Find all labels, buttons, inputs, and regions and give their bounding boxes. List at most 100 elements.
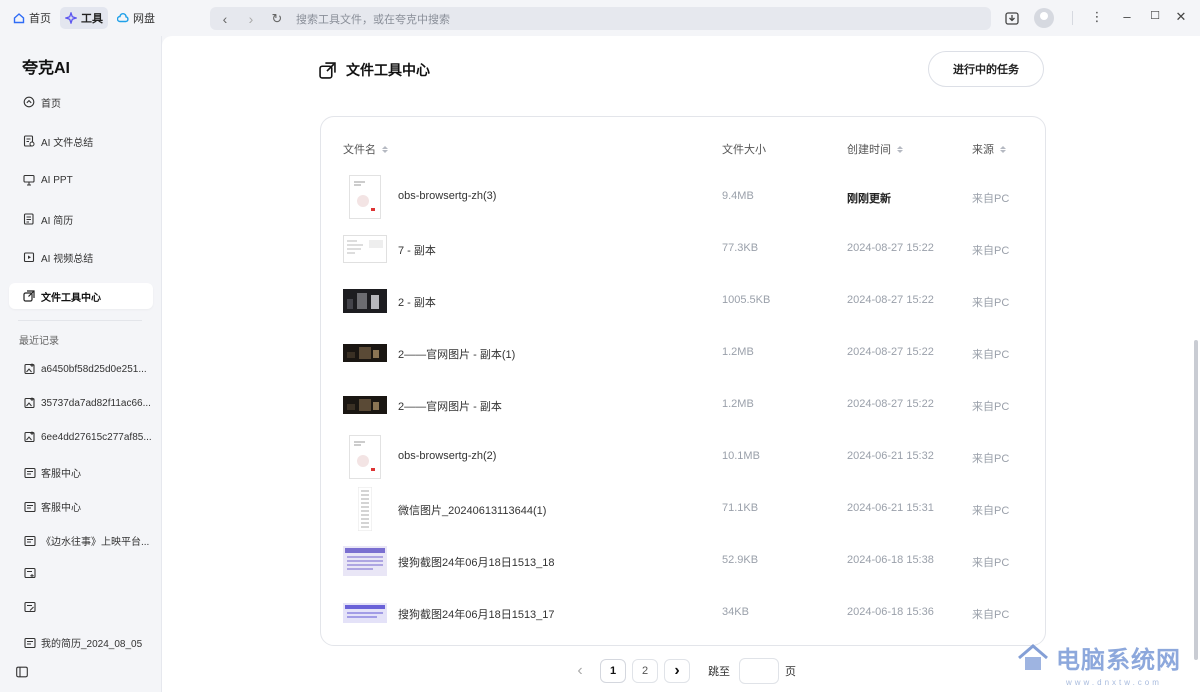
recent-item[interactable]: 6ee4dd27615c277af85... — [24, 431, 152, 443]
table-row[interactable]: obs-browsertg-zh(2) 10.1MB 2024-06-21 15… — [321, 431, 1045, 483]
scrollbar[interactable] — [1194, 340, 1198, 660]
recent-item[interactable] — [24, 601, 152, 613]
search-input[interactable]: 搜索工具文件，或在夸克中搜索 — [296, 11, 450, 27]
sidebar-item-ai-video-summary[interactable]: AI 视频总结 — [9, 244, 153, 270]
file-name: 搜狗截图24年06月18日1513_17 — [398, 609, 555, 621]
file-name: 搜狗截图24年06月18日1513_18 — [398, 557, 555, 569]
recent-item-label: 6ee4dd27615c277af85... — [41, 431, 152, 443]
table-row[interactable]: obs-browsertg-zh(3) 9.4MB 刚刚更新 来自PC — [321, 171, 1045, 223]
sidebar-item-file-tools[interactable]: 文件工具中心 — [9, 283, 153, 309]
page-jump-input[interactable] — [739, 658, 779, 684]
recent-item[interactable]: 客服中心 — [24, 465, 152, 480]
jump-label: 跳至 — [708, 666, 730, 678]
doc-icon — [24, 637, 36, 648]
file-name: 2 - 副本 — [398, 297, 436, 309]
tasks-in-progress-button[interactable]: 进行中的任务 — [928, 51, 1044, 87]
video-summary-icon — [23, 252, 35, 263]
file-source: 来自PC — [972, 505, 1010, 517]
image-icon — [24, 397, 35, 409]
table-row[interactable]: 搜狗截图24年06月18日1513_18 52.9KB 2024-06-18 1… — [321, 535, 1045, 587]
download-icon[interactable] — [1004, 10, 1020, 26]
sidebar-item-ai-file-summary[interactable]: AI 文件总结 — [9, 128, 153, 154]
file-thumbnail — [343, 435, 387, 479]
doc-summary-icon — [23, 135, 35, 147]
file-size: 9.4MB — [722, 190, 754, 202]
sidebar-item-label: AI 文件总结 — [41, 137, 94, 149]
table-row[interactable]: 7 - 副本 77.3KB 2024-08-27 15:22 来自PC — [321, 223, 1045, 275]
recent-item[interactable]: 35737da7ad82f11ac66... — [24, 397, 152, 409]
tab-tools[interactable]: 工具 — [60, 7, 108, 29]
column-header-time[interactable]: 创建时间 — [847, 141, 903, 157]
recent-item-label: 《边水往事》上映平台... — [41, 537, 150, 548]
recent-item[interactable]: a6450bf58d25d0e251... — [24, 363, 152, 375]
file-time: 刚刚更新 — [847, 193, 891, 205]
forward-icon[interactable]: › — [238, 11, 264, 27]
doc-edit-icon — [24, 601, 36, 613]
sort-icon[interactable] — [382, 145, 388, 153]
address-bar[interactable]: ‹ › ↻ 搜索工具文件，或在夸克中搜索 — [210, 7, 991, 30]
file-list-card: 文件名 文件大小 创建时间 来源 obs-browsertg-zh(3) 9.4… — [320, 116, 1046, 646]
image-icon — [24, 363, 35, 375]
prev-page-icon[interactable]: ‹ — [570, 659, 590, 683]
sort-icon[interactable] — [1000, 145, 1006, 153]
sidebar-collapse-icon[interactable] — [16, 666, 28, 678]
column-header-name[interactable]: 文件名 — [343, 141, 388, 157]
tab-cloud[interactable]: 网盘 — [112, 7, 160, 29]
file-name: 7 - 副本 — [398, 245, 436, 257]
recent-item[interactable] — [24, 567, 152, 579]
sidebar-item-ai-ppt[interactable]: AI PPT — [9, 167, 153, 193]
sidebar: 夸克AI 首页 AI 文件总结 AI PPT AI 简历 AI 视频总结 文件工… — [0, 36, 162, 692]
file-size: 71.1KB — [722, 502, 759, 514]
table-row[interactable]: 2——官网图片 - 副本(1) 1.2MB 2024-08-27 15:22 来… — [321, 327, 1045, 379]
page-button-2[interactable]: 2 — [632, 659, 658, 683]
cloud-icon — [117, 12, 129, 23]
minimize-icon[interactable]: – — [1118, 9, 1136, 24]
file-time: 2024-06-21 15:31 — [847, 502, 934, 514]
file-time: 2024-06-18 15:38 — [847, 554, 934, 566]
close-icon[interactable]: ✕ — [1172, 9, 1190, 25]
title-bar: 首页 工具 网盘 ‹ › ↻ 搜索工具文件，或在夸克中搜索 ⋮ – ☐ ✕ — [0, 0, 1200, 36]
file-thumbnail — [343, 387, 387, 423]
page-suffix-label: 页 — [785, 666, 796, 678]
file-source: 来自PC — [972, 609, 1010, 621]
back-icon[interactable]: ‹ — [212, 11, 238, 27]
sidebar-item-label: 文件工具中心 — [41, 292, 101, 304]
recent-item[interactable]: 我的简历_2024_08_05 — [24, 635, 152, 650]
resume-icon — [23, 213, 34, 225]
sidebar-item-label: AI PPT — [41, 174, 73, 186]
file-name: 2——官网图片 - 副本(1) — [398, 349, 516, 361]
file-time: 2024-08-27 15:22 — [847, 346, 934, 358]
column-header-label: 文件大小 — [722, 144, 766, 156]
sidebar-item-home[interactable]: 首页 — [9, 89, 153, 115]
column-header-size: 文件大小 — [722, 141, 766, 157]
page-title-text: 文件工具中心 — [346, 62, 430, 78]
tab-home-label: 首页 — [29, 13, 51, 25]
file-source: 来自PC — [972, 193, 1010, 205]
file-time: 2024-06-18 15:36 — [847, 606, 934, 618]
file-thumbnail — [343, 487, 387, 531]
file-time: 2024-08-27 15:22 — [847, 398, 934, 410]
recent-item[interactable]: 客服中心 — [24, 499, 152, 514]
recent-item[interactable]: 《边水往事》上映平台... — [24, 533, 152, 548]
maximize-icon[interactable]: ☐ — [1146, 9, 1164, 22]
refresh-icon[interactable]: ↻ — [264, 11, 290, 27]
file-thumbnail — [343, 231, 387, 267]
file-thumbnail — [343, 283, 387, 319]
file-source: 来自PC — [972, 297, 1010, 309]
file-source: 来自PC — [972, 245, 1010, 257]
table-row[interactable]: 搜狗截图24年06月18日1513_17 34KB 2024-06-18 15:… — [321, 587, 1045, 639]
avatar[interactable] — [1034, 8, 1054, 28]
file-source: 来自PC — [972, 349, 1010, 361]
sort-icon[interactable] — [897, 145, 903, 153]
tab-home[interactable]: 首页 — [8, 7, 56, 29]
file-size: 1.2MB — [722, 346, 754, 358]
table-row[interactable]: 2——官网图片 - 副本 1.2MB 2024-08-27 15:22 来自PC — [321, 379, 1045, 431]
next-page-icon[interactable]: › — [664, 659, 690, 683]
table-row[interactable]: 2 - 副本 1005.5KB 2024-08-27 15:22 来自PC — [321, 275, 1045, 327]
sidebar-item-ai-resume[interactable]: AI 简历 — [9, 206, 153, 232]
pin-icon[interactable]: ⋮ — [1088, 9, 1106, 25]
page-button-1[interactable]: 1 — [600, 659, 626, 683]
table-row[interactable]: 微信图片_20240613113644(1) 71.1KB 2024-06-21… — [321, 483, 1045, 535]
file-thumbnail — [343, 595, 387, 631]
column-header-source[interactable]: 来源 — [972, 141, 1006, 157]
